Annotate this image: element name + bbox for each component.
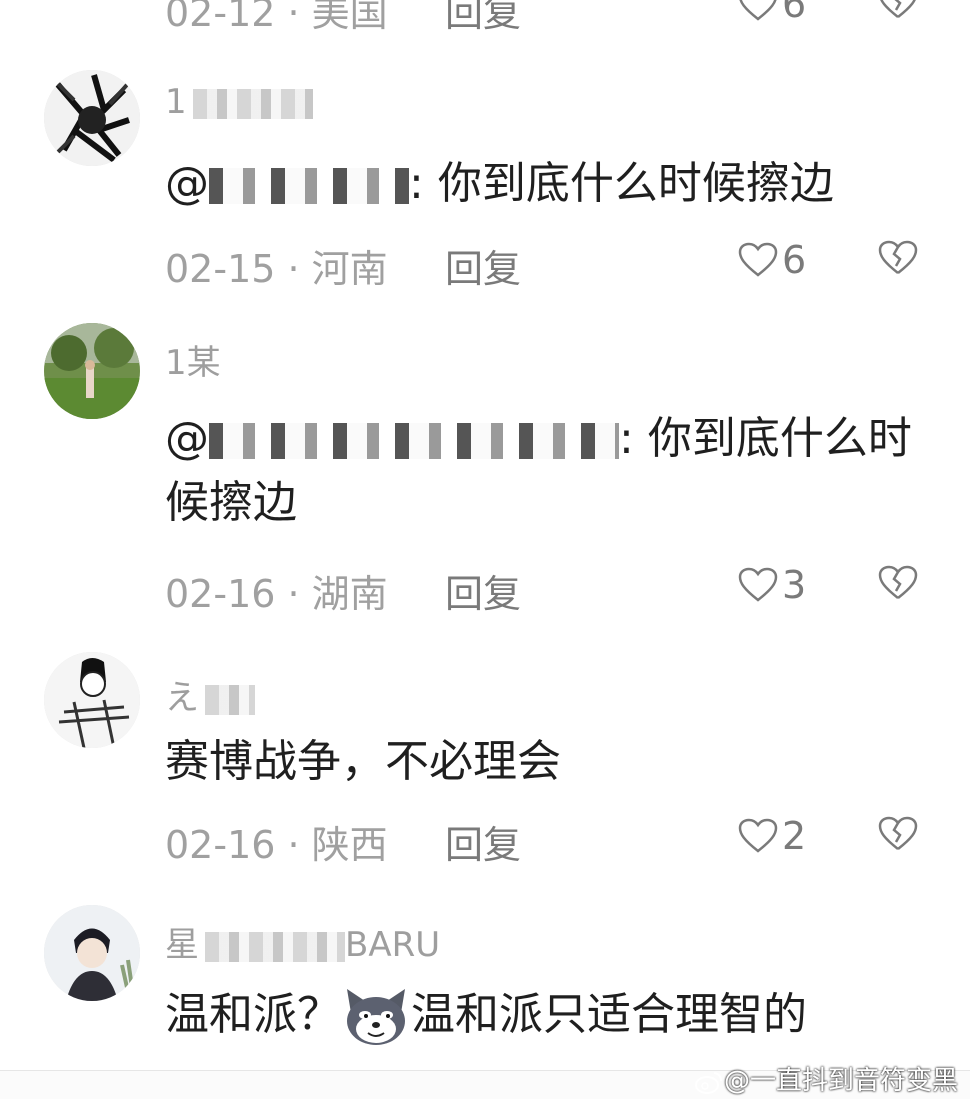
dislike-button[interactable]	[878, 0, 918, 29]
reply-button[interactable]: 回复	[445, 563, 521, 618]
comment-text: @: 你到底什么时候擦边	[165, 413, 912, 528]
comment-date: 02-15 · 河南	[165, 247, 388, 291]
broken-heart-icon	[878, 565, 918, 599]
comment-text: 温和派？ 温和派只适合理智的	[165, 983, 925, 1047]
comment-meta: 02-12 · 美国 回复 6	[165, 0, 925, 35]
redacted-mention	[209, 423, 619, 459]
like-button[interactable]: 2	[738, 814, 806, 858]
like-count: 6	[782, 0, 807, 26]
comment-date: 02-12 · 美国	[165, 0, 388, 35]
comment-meta: 02-15 · 河南 回复 6	[165, 238, 925, 291]
redacted-mention	[209, 168, 409, 204]
comment-date: 02-16 · 陕西	[165, 823, 388, 867]
like-button[interactable]: 6	[738, 0, 806, 26]
reply-button[interactable]: 回复	[445, 814, 521, 869]
avatar[interactable]	[44, 323, 140, 419]
username[interactable]: 星 BARU	[165, 917, 440, 966]
blurred-username	[192, 88, 313, 119]
like-button[interactable]: 6	[738, 238, 806, 282]
blurred-username	[205, 684, 255, 715]
username[interactable]: え	[165, 670, 255, 719]
avatar[interactable]	[44, 905, 140, 1001]
reply-button[interactable]: 回复	[445, 238, 521, 293]
comment-meta: 02-16 · 陕西 回复 2	[165, 814, 925, 867]
username[interactable]: 1	[165, 82, 313, 122]
broken-heart-icon	[878, 240, 918, 274]
comment-meta: 02-16 · 湖南 回复 3	[165, 563, 925, 616]
comment-text: 赛博战争，不必理会	[165, 736, 561, 787]
broken-heart-icon	[878, 816, 918, 850]
like-button[interactable]: 3	[738, 563, 806, 607]
like-count: 2	[782, 814, 807, 858]
heart-icon	[738, 567, 778, 602]
like-count: 6	[782, 238, 807, 282]
weibo-logo-icon	[694, 1071, 722, 1094]
like-count: 3	[782, 563, 807, 607]
heart-icon	[738, 818, 778, 853]
heart-icon	[739, 0, 777, 21]
avatar[interactable]	[44, 70, 140, 166]
cat-sticker-icon	[347, 989, 405, 1045]
reply-button[interactable]: 回复	[445, 0, 521, 37]
dislike-button[interactable]	[878, 565, 918, 610]
mention-tag[interactable]: @:	[165, 158, 424, 209]
broken-heart-icon	[880, 0, 916, 18]
watermark: @一直抖到音符变黑	[694, 1060, 958, 1097]
avatar[interactable]	[44, 652, 140, 748]
username[interactable]: 1某	[165, 335, 221, 384]
dislike-button[interactable]	[878, 816, 918, 861]
blurred-username	[205, 931, 345, 962]
heart-icon	[738, 242, 778, 277]
dislike-button[interactable]	[878, 240, 918, 285]
comment-date: 02-16 · 湖南	[165, 572, 388, 616]
mention-tag[interactable]: @:	[165, 413, 634, 464]
comment-text: @: 你到底什么时候擦边	[165, 158, 834, 209]
